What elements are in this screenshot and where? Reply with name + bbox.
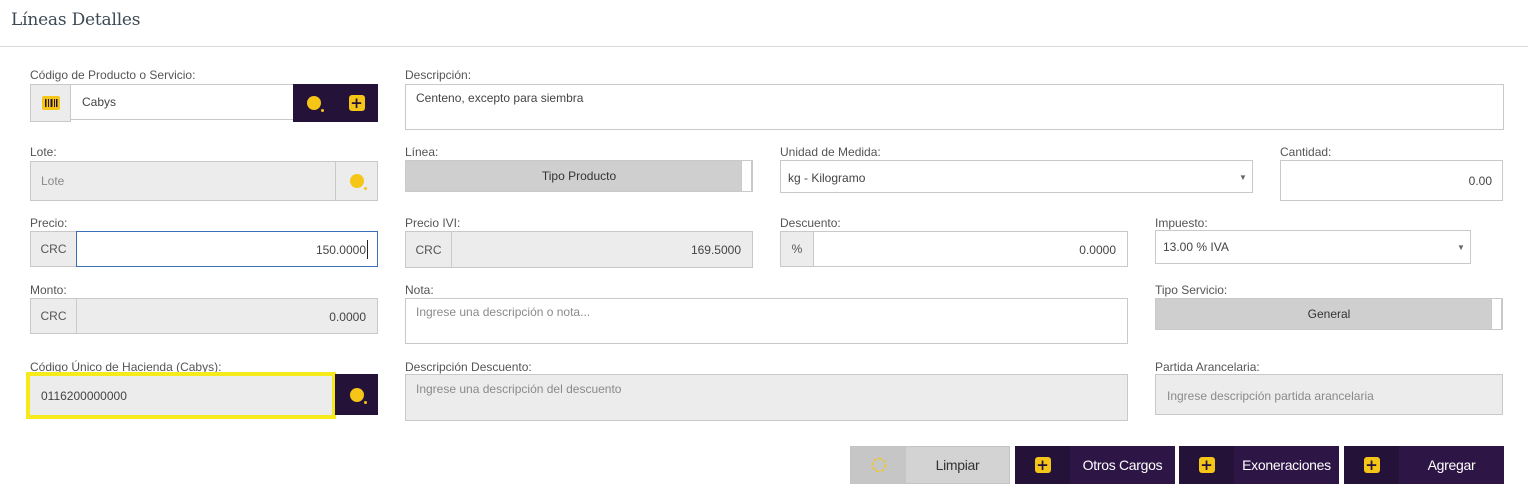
limpiar-button[interactable]: Limpiar [850,446,1010,484]
impuesto-label: Impuesto: [1155,216,1208,230]
refresh-icon [851,447,906,483]
chevron-down-icon: ▼ [1457,243,1465,252]
linea-toggle[interactable]: Tipo Producto [405,160,753,192]
product-code-label: Código de Producto o Servicio: [30,68,196,82]
barcode-icon [41,96,60,110]
precio-ivi-currency: CRC [405,231,452,268]
page-title: Líneas Detalles [11,10,141,30]
description-label: Descripción: [405,68,472,82]
precio-value: 150.0000 [315,243,366,257]
lote-label: Lote: [30,145,57,159]
unidad-label: Unidad de Medida: [780,145,881,159]
descuento-symbol: % [780,231,814,267]
unidad-selected: kg - Kilogramo [788,171,866,185]
precio-ivi-label: Precio IVI: [405,216,461,230]
search-icon [349,174,367,190]
limpiar-label: Limpiar [935,457,980,473]
cantidad-label: Cantidad: [1280,145,1332,159]
lote-input[interactable] [30,161,336,201]
cantidad-value: 0.00 [1468,174,1492,188]
description-value: Centeno, excepto para siembra [416,91,584,105]
desc-descuento-placeholder: Ingrese una descripción del descuento [416,382,622,396]
agregar-button[interactable]: + Agregar [1344,446,1504,484]
linea-label: Línea: [405,145,439,159]
tipo-servicio-label: Tipo Servicio: [1155,283,1228,297]
toggle-knob [741,160,752,192]
nota-label: Nota: [405,283,434,297]
text-cursor [367,240,368,259]
plus-icon: + [348,94,365,112]
barcode-addon [30,84,71,122]
precio-currency: CRC [30,231,77,267]
linea-toggle-text: Tipo Producto [541,169,617,183]
descuento-label: Descuento: [780,216,841,230]
exoneraciones-label: Exoneraciones [1242,457,1331,473]
search-icon [307,96,324,112]
desc-descuento-label: Descripción Descuento: [405,360,532,374]
precio-ivi-value: 169.5000 [690,243,741,257]
plus-icon: + [1179,446,1234,484]
monto-value: 0.0000 [329,310,366,324]
agregar-label: Agregar [1427,457,1476,473]
partida-label: Partida Arancelaria: [1155,360,1260,374]
chevron-down-icon: ▼ [1239,173,1247,182]
toggle-knob [1491,298,1502,330]
otros-cargos-button[interactable]: + Otros Cargos [1015,446,1175,484]
product-add-button[interactable]: + [335,84,378,122]
plus-icon: + [1344,446,1399,484]
product-search-button[interactable] [293,84,335,122]
monto-currency: CRC [30,298,77,334]
cabys-value: 0116200000000 [41,389,127,403]
nota-placeholder: Ingrese una descripción o nota... [416,305,591,319]
otros-cargos-label: Otros Cargos [1082,457,1163,473]
cabys-search-button[interactable] [335,374,378,415]
partida-placeholder: Ingrese descripción partida arancelaria [1167,389,1374,403]
product-code-value: Cabys [82,95,117,109]
search-icon [349,387,367,404]
tipo-servicio-toggle-text: General [1307,307,1351,321]
monto-label: Monto: [30,283,67,297]
lote-search-button[interactable] [335,161,378,201]
tipo-servicio-toggle[interactable]: General [1155,298,1503,330]
impuesto-selected: 13.00 % IVA [1163,240,1229,254]
lote-placeholder: Lote [41,174,65,188]
plus-icon: + [1015,446,1070,484]
title-divider [0,46,1528,47]
exoneraciones-button[interactable]: + Exoneraciones [1179,446,1339,484]
precio-label: Precio: [30,216,68,230]
descuento-value: 0.0000 [1079,243,1116,257]
